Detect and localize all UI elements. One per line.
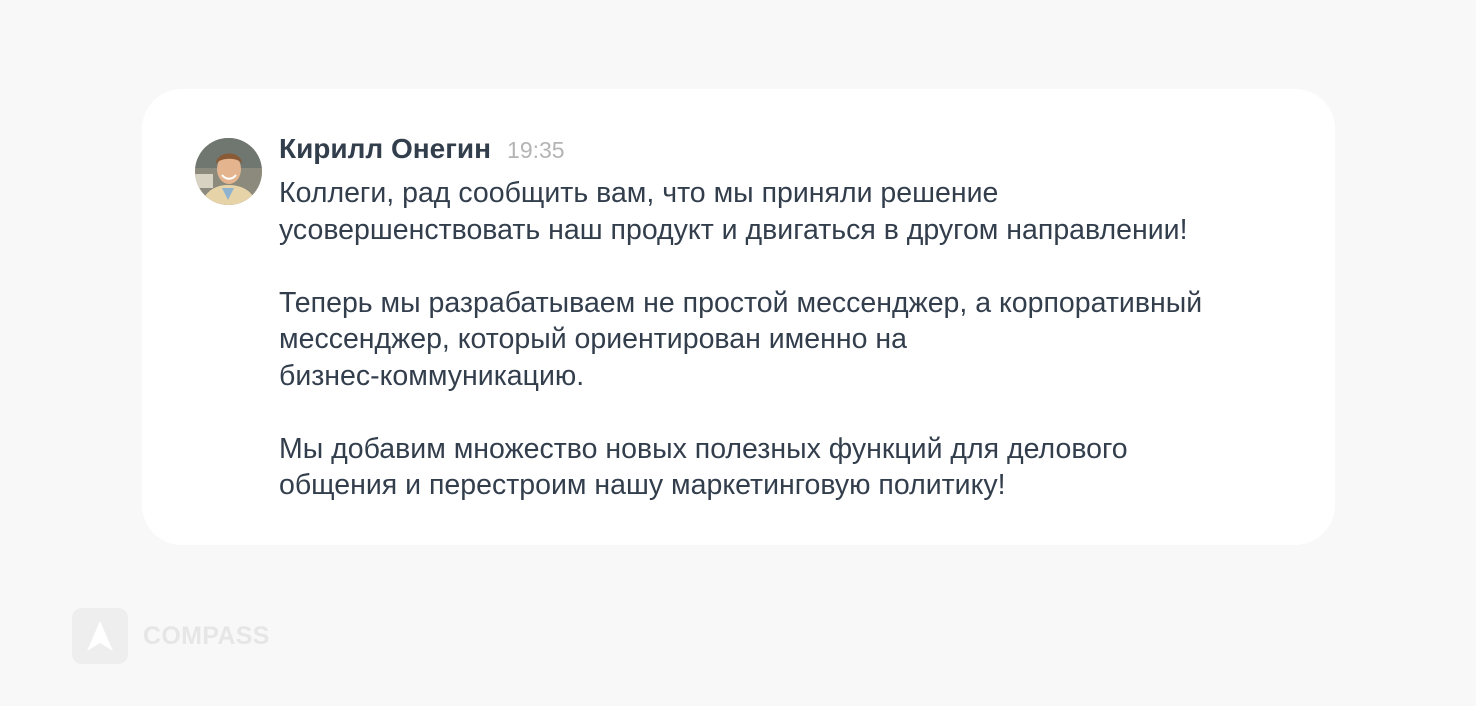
brand-logo: COMPASS (72, 608, 270, 664)
message-time: 19:35 (507, 137, 565, 163)
text-line: Теперь мы разрабатываем не простой мессе… (279, 286, 1203, 319)
message-paragraph: Мы добавим множество новых полезных функ… (279, 431, 1289, 504)
text-line: мессенджер, который ориентирован именно … (279, 323, 907, 355)
message-header: Кирилл Онегин 19:35 (279, 133, 1289, 173)
message-paragraph: Коллеги, рад сообщить вам, что мы принял… (279, 175, 1289, 248)
text-line: Коллеги, рад сообщить вам, что мы принял… (279, 177, 999, 209)
message-text: Коллеги, рад сообщить вам, что мы принял… (279, 175, 1289, 504)
text-line: усовершенствовать наш продукт и двигатьс… (279, 213, 1188, 246)
text-line: Мы добавим множество новых полезных функ… (279, 432, 1128, 465)
message-card: Кирилл Онегин 19:35 Коллеги, рад сообщит… (142, 89, 1335, 545)
message-body: Кирилл Онегин 19:35 Коллеги, рад сообщит… (279, 133, 1289, 504)
message-paragraph: Теперь мы разрабатываем не простой мессе… (279, 285, 1289, 395)
compass-logo-icon (72, 608, 128, 664)
brand-name: COMPASS (143, 621, 270, 650)
avatar[interactable] (195, 138, 262, 205)
author-name[interactable]: Кирилл Онегин (279, 133, 491, 165)
person-avatar-icon (195, 138, 262, 205)
text-line: бизнес-коммуникацию. (279, 359, 585, 392)
text-line: общения и перестроим нашу маркетинговую … (279, 469, 1006, 501)
